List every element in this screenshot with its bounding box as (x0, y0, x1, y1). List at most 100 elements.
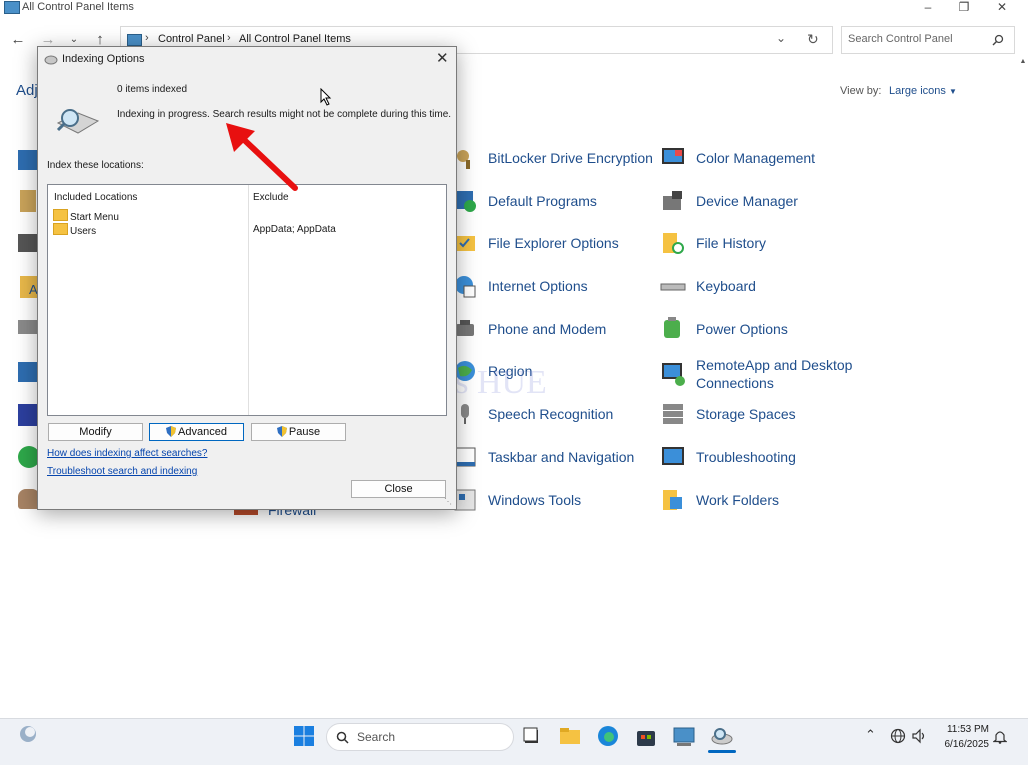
cp-item-color-management[interactable]: Color Management (660, 143, 861, 173)
search-icon (992, 34, 1004, 46)
work-folders-icon (663, 489, 682, 510)
clock-time[interactable]: 11:53 PM (941, 724, 989, 735)
cp-item-phone-modem[interactable]: Phone and Modem (452, 314, 653, 344)
cp-item-file-explorer-options[interactable]: File Explorer Options (452, 228, 653, 258)
items-column-2: Color Management Device Manager File His… (660, 143, 861, 515)
cp-item-file-history[interactable]: File History (660, 228, 861, 258)
minimize-button[interactable]: – (918, 0, 938, 14)
search-input[interactable]: Search Control Panel (848, 33, 953, 45)
show-hidden-icons-chevron-icon[interactable]: ⌃ (865, 727, 876, 743)
power-icon (664, 316, 680, 338)
cp-item-power-options[interactable]: Power Options (660, 314, 861, 344)
advanced-button[interactable]: Advanced (149, 423, 244, 441)
resize-grip-icon[interactable]: ⋱ (444, 497, 452, 506)
refresh-icon[interactable]: ↻ (807, 31, 819, 48)
cp-item-storage-spaces[interactable]: Storage Spaces (660, 399, 861, 429)
microsoft-store-icon[interactable] (634, 724, 658, 748)
devices-icon[interactable] (18, 234, 38, 252)
remote-desktop-icon (662, 363, 685, 387)
cp-item-speech-recognition[interactable]: Speech Recognition (452, 399, 653, 429)
how-indexing-link[interactable]: How does indexing affect searches? (47, 448, 207, 459)
cp-item-windows-tools[interactable]: Windows Tools (452, 485, 653, 515)
items-column-1: BitLocker Drive Encryption Default Progr… (452, 143, 653, 515)
control-panel-icon (4, 1, 20, 14)
annotation-arrow-icon (226, 123, 298, 191)
view-by-dropdown[interactable]: Large icons ▼ (889, 85, 957, 97)
modify-button[interactable]: Modify (48, 423, 143, 441)
view-by-label: View by: (840, 85, 882, 97)
indexing-icon (44, 55, 58, 65)
taskbar-search-box[interactable]: Search (326, 723, 514, 751)
troubleshoot-link[interactable]: Troubleshoot search and indexing (47, 466, 197, 477)
column-divider (248, 185, 249, 415)
indexing-options-taskbar-icon[interactable] (710, 724, 734, 748)
cp-item-remoteapp[interactable]: RemoteApp and Desktop Connections (660, 356, 861, 392)
items-indexed-count: 0 items indexed (117, 84, 188, 95)
maximize-button[interactable]: ❐ (954, 0, 974, 14)
cp-item-device-manager[interactable]: Device Manager (660, 186, 861, 216)
network-globe-icon[interactable] (890, 728, 906, 744)
breadcrumb-all-items[interactable]: All Control Panel Items (239, 33, 351, 45)
list-item[interactable]: Start Menu (53, 209, 119, 223)
indexing-status: Indexing in progress. Search results mig… (117, 109, 452, 120)
cp-item-troubleshooting[interactable]: Troubleshooting (660, 442, 861, 472)
file-explorer-icon[interactable] (558, 724, 582, 748)
clock-date[interactable]: 6/16/2025 (937, 739, 990, 750)
weather-icon[interactable] (18, 724, 38, 744)
list-item[interactable]: Users (53, 223, 96, 237)
troubleshooting-icon (662, 446, 684, 465)
task-view-icon[interactable] (520, 724, 544, 748)
uac-shield-icon (166, 426, 177, 437)
close-icon[interactable]: ✕ (436, 49, 449, 67)
breadcrumb-separator-icon: › (145, 32, 149, 44)
exclude-value: AppData; AppData (253, 224, 336, 235)
indexing-options-dialog: Indexing Options ✕ 0 items indexed Index… (37, 46, 457, 510)
mouse-cursor-icon (320, 88, 332, 106)
backup-icon[interactable] (20, 190, 36, 212)
control-panel-taskbar-icon[interactable] (672, 724, 696, 748)
close-button[interactable]: Close (351, 480, 446, 498)
address-dropdown-icon[interactable]: ⌄ (776, 31, 786, 45)
chevron-down-icon: ▼ (948, 87, 957, 96)
active-app-indicator (708, 750, 736, 753)
included-locations-header[interactable]: Included Locations (54, 192, 137, 203)
keyboard-icon (660, 283, 686, 291)
folder-icon (53, 223, 68, 235)
scroll-up-icon[interactable]: ▲ (1018, 58, 1028, 65)
search-box[interactable]: Search Control Panel (841, 26, 1015, 54)
edge-browser-icon[interactable] (596, 724, 620, 748)
cp-item-work-folders[interactable]: Work Folders (660, 485, 861, 515)
notification-bell-icon[interactable] (993, 729, 1007, 744)
cp-item-default-programs[interactable]: Default Programs (452, 186, 653, 216)
device-manager-icon (663, 190, 682, 210)
cp-item-internet-options[interactable]: Internet Options (452, 271, 653, 301)
locations-list[interactable]: Included Locations Exclude Start Menu Us… (47, 184, 447, 416)
close-window-button[interactable]: ✕ (992, 0, 1012, 14)
breadcrumb-separator-icon: › (227, 32, 231, 44)
pause-button[interactable]: Pause (251, 423, 346, 441)
cp-item-keyboard[interactable]: Keyboard (660, 271, 861, 301)
dialog-title: Indexing Options (62, 53, 145, 65)
uac-shield-icon (276, 426, 287, 437)
display-icon[interactable] (18, 150, 38, 170)
breadcrumb-control-panel[interactable]: Control Panel (158, 33, 225, 45)
search-icon (336, 731, 349, 744)
indexing-magnifier-icon (56, 109, 100, 134)
back-arrow-icon[interactable]: ← (8, 30, 28, 50)
flag-icon[interactable] (18, 404, 38, 426)
color-management-icon (662, 148, 684, 164)
locations-label: Index these locations: (47, 160, 144, 171)
storage-spaces-icon (663, 404, 683, 425)
volume-icon[interactable] (911, 728, 927, 744)
view-by-value: Large icons (889, 85, 946, 97)
vertical-scrollbar[interactable]: ▲ (1018, 58, 1028, 718)
folder-icon (53, 209, 68, 221)
start-windows-icon[interactable] (292, 724, 316, 748)
cp-item-taskbar-navigation[interactable]: Taskbar and Navigation (452, 442, 653, 472)
cp-item-bitlocker[interactable]: BitLocker Drive Encryption (452, 143, 653, 173)
file-history-icon (663, 233, 684, 255)
control-panel-icon (127, 34, 142, 46)
programs-icon[interactable] (18, 362, 38, 382)
taskbar-search-input[interactable]: Search (357, 730, 395, 744)
mouse-icon[interactable] (18, 320, 38, 334)
